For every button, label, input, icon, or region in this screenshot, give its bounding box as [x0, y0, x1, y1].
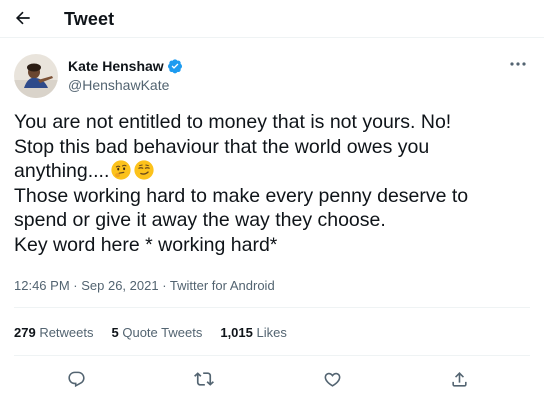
tweet-date[interactable]: Sep 26, 2021 [81, 278, 158, 293]
reply-button[interactable] [64, 367, 88, 391]
share-button[interactable] [447, 367, 471, 391]
author-display-name[interactable]: Kate Henshaw [68, 58, 164, 74]
avatar[interactable] [14, 54, 58, 98]
arrow-left-icon [15, 11, 30, 25]
tweet-line: spend or give it away the way they choos… [14, 209, 386, 231]
divider [14, 355, 530, 356]
more-dots-icon [510, 62, 526, 66]
like-icon [324, 372, 340, 387]
quote-tweets-stat[interactable]: 5 Quote Tweets [112, 325, 203, 340]
retweets-label: Retweets [35, 325, 94, 340]
retweets-count: 279 [14, 325, 36, 340]
meta-separator: · [158, 278, 170, 293]
like-button[interactable] [320, 367, 344, 391]
tweet-actions [0, 364, 544, 392]
reply-icon [67, 371, 85, 387]
tweet-stats: 279 Retweets 5 Quote Tweets 1,015 Likes [14, 325, 287, 340]
tweet-line-text: anything.... [14, 160, 110, 182]
tweet-line-with-emoji: anything.... [14, 159, 529, 184]
author-name-row: Kate Henshaw [68, 58, 183, 74]
meta-separator: · [69, 278, 82, 293]
tweet-line: Key word here * working hard* [14, 233, 278, 256]
smirking-face-emoji [134, 160, 155, 180]
back-button[interactable] [10, 5, 36, 31]
tweet-author: Kate Henshaw @HenshawKate [14, 50, 534, 102]
retweets-stat[interactable]: 279 Retweets [14, 325, 94, 340]
retweet-icon [194, 372, 214, 386]
more-button[interactable] [506, 56, 530, 72]
likes-stat[interactable]: 1,015 Likes [220, 325, 287, 340]
tweet-line: Stop this bad behaviour that the world o… [14, 135, 430, 158]
retweet-button[interactable] [192, 367, 216, 391]
page-title: Tweet [64, 9, 115, 29]
thinking-face-emoji [111, 160, 132, 180]
share-icon [451, 371, 467, 387]
likes-label: Likes [252, 325, 287, 340]
quote-tweets-label: Quote Tweets [118, 325, 203, 340]
tweet-line: You are not entitled to money that is no… [14, 111, 452, 133]
tweet-meta: 12:46 PM · Sep 26, 2021 · Twitter for An… [14, 278, 275, 293]
tweet-header: Tweet [0, 0, 544, 38]
tweet-time[interactable]: 12:46 PM [14, 278, 70, 293]
tweet-line: Those working hard to make every penny d… [14, 184, 469, 207]
tweet-source[interactable]: Twitter for Android [170, 278, 275, 293]
divider [14, 307, 530, 308]
likes-count: 1,015 [220, 325, 253, 340]
quote-tweets-count: 5 [111, 325, 119, 340]
tweet-text: You are not entitled to money that is no… [14, 110, 529, 257]
verified-badge-icon [167, 59, 182, 74]
author-handle[interactable]: @HenshawKate [68, 77, 169, 93]
